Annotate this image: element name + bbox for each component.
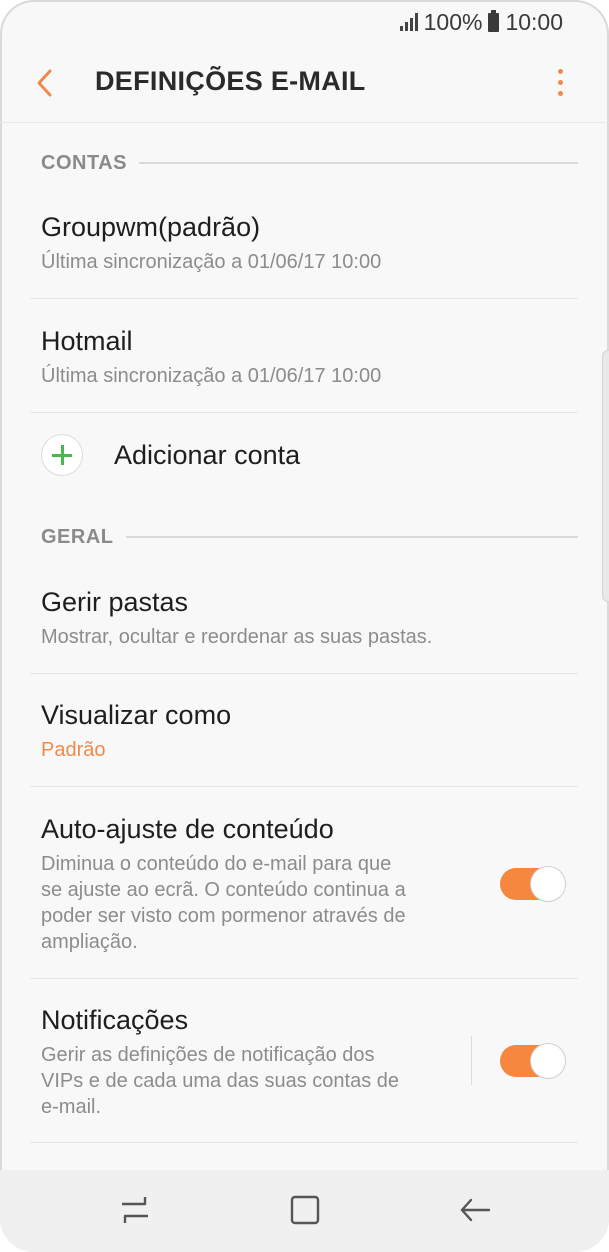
item-title: Notificações <box>41 1005 189 1035</box>
auto-fit-toggle[interactable] <box>500 866 566 902</box>
account-item-groupwm[interactable]: Groupwm(padrão) Última sincronização a 0… <box>41 212 578 275</box>
item-subtitle: Mostrar, ocultar e reordenar as suas pas… <box>41 626 433 648</box>
battery-icon <box>488 9 500 32</box>
back-arrow-icon[interactable] <box>30 66 64 100</box>
auto-fit-item[interactable]: Auto-ajuste de conteúdo Diminua o conteú… <box>41 814 459 955</box>
divider <box>30 786 578 787</box>
account-sync-status: Última sincronização a 01/06/17 10:00 <box>41 365 382 387</box>
vertical-separator <box>471 1036 472 1085</box>
subtitle-line: VIPs e de cada uma das suas contas de <box>41 1070 399 1092</box>
subtitle-line: poder ser visto com pormenor através de <box>41 905 406 927</box>
subtitle-line: ampliação. <box>41 931 138 953</box>
account-sync-status: Última sincronização a 01/06/17 10:00 <box>41 251 382 273</box>
recents-icon[interactable] <box>117 1192 153 1228</box>
signal-icon <box>399 13 418 31</box>
add-account-label: Adicionar conta <box>114 439 301 470</box>
account-name: Hotmail <box>41 326 133 356</box>
item-subtitle: Diminua o conteúdo do e-mail para que se… <box>41 851 459 955</box>
section-header-accounts: CONTAS <box>41 151 578 175</box>
battery-percentage: 100% <box>423 8 483 35</box>
side-button <box>602 350 609 602</box>
manage-folders-item[interactable]: Gerir pastas Mostrar, ocultar e reordena… <box>41 587 578 650</box>
clock: 10:00 <box>505 8 563 35</box>
item-title: Auto-ajuste de conteúdo <box>41 814 334 844</box>
section-label: GERAL <box>41 525 114 548</box>
add-account-button[interactable]: Adicionar conta <box>41 434 300 476</box>
notifications-item[interactable]: Notificações Gerir as definições de noti… <box>41 1005 459 1120</box>
section-label: CONTAS <box>41 151 127 174</box>
subtitle-line: Gerir as definições de notificação dos <box>41 1044 375 1066</box>
home-icon[interactable] <box>287 1192 323 1228</box>
item-title: Gerir pastas <box>41 587 189 617</box>
view-as-value: Padrão <box>41 739 106 761</box>
section-divider <box>125 536 578 538</box>
account-name: Groupwm(padrão) <box>41 212 261 242</box>
status-bar: 100% 10:00 <box>399 6 563 38</box>
divider <box>30 298 578 299</box>
divider <box>30 673 578 674</box>
view-as-item[interactable]: Visualizar como Padrão <box>41 700 578 763</box>
item-title: Visualizar como <box>41 700 232 730</box>
toggle-knob <box>530 1043 566 1079</box>
divider <box>30 978 578 979</box>
navigation-bar <box>0 1170 609 1252</box>
more-vert-icon[interactable] <box>551 66 571 100</box>
toggle-knob <box>530 866 566 902</box>
app-bar: DEFINIÇÕES E-MAIL <box>0 44 609 123</box>
section-header-general: GERAL <box>41 525 578 549</box>
section-divider <box>138 162 578 164</box>
back-icon[interactable] <box>457 1192 493 1228</box>
phone-frame: 100% 10:00 DEFINIÇÕES E-MAIL CONTAS Grou… <box>0 0 609 1252</box>
subtitle-line: e-mail. <box>41 1096 102 1118</box>
divider <box>30 1142 578 1143</box>
notifications-toggle[interactable] <box>500 1043 566 1079</box>
subtitle-line: se ajuste ao ecrã. O conteúdo continua a <box>41 879 406 901</box>
page-title: DEFINIÇÕES E-MAIL <box>95 66 366 96</box>
subtitle-line: Diminua o conteúdo do e-mail para que <box>41 853 392 875</box>
plus-icon <box>41 434 83 476</box>
divider <box>30 412 578 413</box>
account-item-hotmail[interactable]: Hotmail Última sincronização a 01/06/17 … <box>41 326 578 389</box>
item-subtitle: Gerir as definições de notificação dos V… <box>41 1042 459 1120</box>
